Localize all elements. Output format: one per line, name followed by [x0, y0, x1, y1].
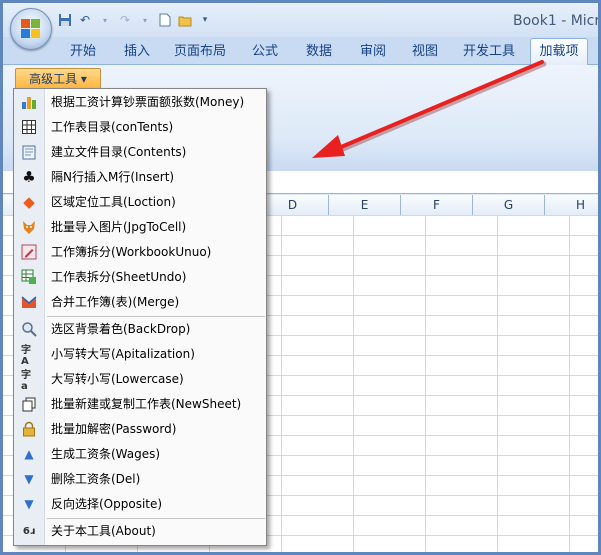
table-grid-icon: [21, 119, 37, 135]
club-icon: ♣: [22, 168, 36, 186]
menu-item-money[interactable]: 根据工资计算钞票面额张数(Money): [14, 90, 266, 114]
about-icon: 6ɹ: [22, 525, 36, 537]
menu-item-label: 反向选择(Opposite): [51, 497, 163, 511]
case-upper-icon: 字A: [21, 345, 31, 367]
document-icon: [21, 144, 37, 160]
menu-item-label: 大写转小写(Lowercase): [51, 372, 184, 386]
menu-item-password[interactable]: 批量加解密(Password): [14, 417, 266, 441]
menu-item-label: 批量导入图片(JpgToCell): [51, 220, 187, 234]
magnifier-icon: [21, 321, 37, 337]
arrow-up-icon: ▲: [24, 447, 34, 461]
arrow-down-icon: ▼: [24, 497, 34, 511]
menu-item-jpgtocell[interactable]: 批量导入图片(JpgToCell): [14, 215, 266, 239]
menu-item-label: 工作表目录(conTents): [51, 120, 174, 134]
menu-item-label: 批量加解密(Password): [51, 422, 177, 436]
menu-item-contents-sheet[interactable]: 工作表目录(conTents): [14, 115, 266, 139]
bar-chart-icon: [21, 94, 37, 110]
menu-item-about[interactable]: 6ɹ 关于本工具(About): [14, 519, 266, 543]
menu-item-workbook-split[interactable]: 工作簿拆分(WorkbookUnuo): [14, 240, 266, 264]
merge-icon: [21, 294, 37, 310]
menu-item-del[interactable]: ▼ 删除工资条(Del): [14, 467, 266, 491]
arrow-down-icon: ▼: [24, 472, 34, 486]
menu-item-merge[interactable]: 合并工作簿(表)(Merge): [14, 290, 266, 314]
menu-item-backdrop[interactable]: 选区背景着色(BackDrop): [14, 317, 266, 341]
menu-item-loction[interactable]: ◆ 区域定位工具(Loction): [14, 190, 266, 214]
menu-item-label: 选区背景着色(BackDrop): [51, 322, 191, 336]
lock-icon: [21, 421, 37, 437]
menu-item-label: 工作簿拆分(WorkbookUnuo): [51, 245, 212, 259]
pen-icon: [21, 244, 37, 260]
menu-item-label: 根据工资计算钞票面额张数(Money): [51, 95, 245, 109]
menu-item-label: 关于本工具(About): [51, 524, 156, 538]
menu-item-wages[interactable]: ▲ 生成工资条(Wages): [14, 442, 266, 466]
copy-sheet-icon: [21, 396, 37, 412]
menu-item-label: 生成工资条(Wages): [51, 447, 161, 461]
menu-item-label: 隔N行插入M行(Insert): [51, 170, 175, 184]
case-lower-icon: 字a: [21, 370, 31, 392]
sheet-split-icon: [21, 269, 37, 285]
menu-item-label: 工作表拆分(SheetUndo): [51, 270, 187, 284]
menu-item-insert[interactable]: ♣ 隔N行插入M行(Insert): [14, 165, 266, 189]
menu-item-label: 区域定位工具(Loction): [51, 195, 176, 209]
fox-icon: [21, 219, 37, 235]
menu-item-apitalization[interactable]: 字A 小写转大写(Apitalization): [14, 342, 266, 367]
menu-item-opposite[interactable]: ▼ 反向选择(Opposite): [14, 492, 266, 516]
menu-item-label: 批量新建或复制工作表(NewSheet): [51, 397, 242, 411]
menu-item-label: 合并工作簿(表)(Merge): [51, 295, 180, 309]
menu-item-label: 删除工资条(Del): [51, 472, 141, 486]
advanced-tools-menu: 根据工资计算钞票面额张数(Money) 工作表目录(conTents) 建立文件…: [13, 88, 267, 546]
menu-item-newsheet[interactable]: 批量新建或复制工作表(NewSheet): [14, 392, 266, 416]
menu-item-label: 建立文件目录(Contents): [51, 145, 187, 159]
menu-item-sheet-split[interactable]: 工作表拆分(SheetUndo): [14, 265, 266, 289]
menu-item-contents-file[interactable]: 建立文件目录(Contents): [14, 140, 266, 164]
menu-item-label: 小写转大写(Apitalization): [51, 347, 195, 361]
diamond-icon: ◆: [23, 193, 35, 211]
menu-item-lowercase[interactable]: 字a 大写转小写(Lowercase): [14, 367, 266, 392]
